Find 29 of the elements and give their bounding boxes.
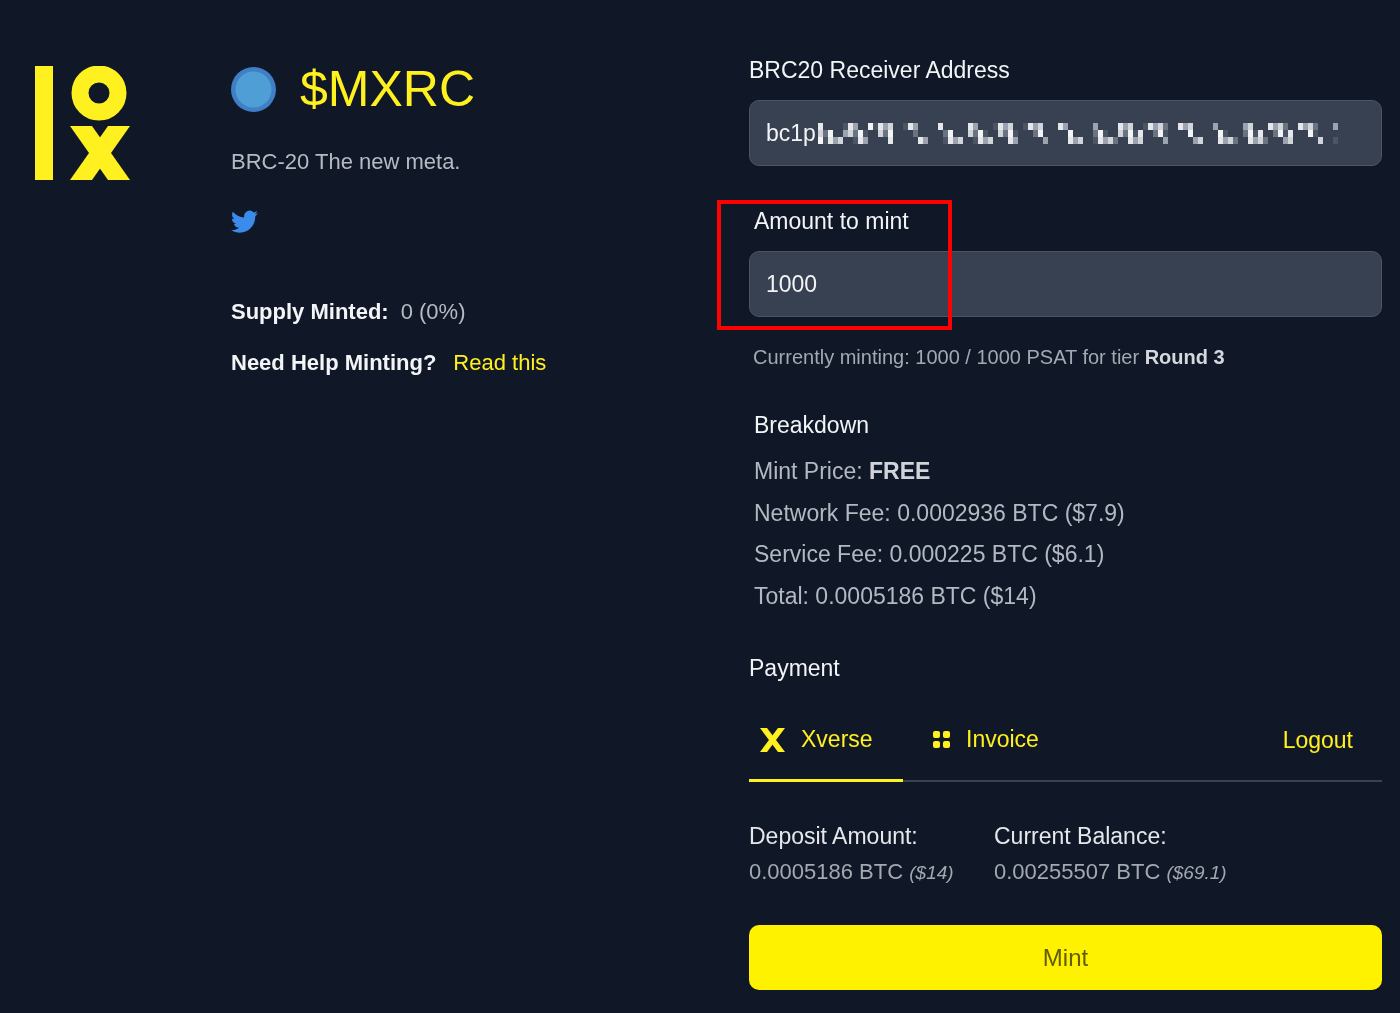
stat-value: 0 (0%)	[400, 297, 466, 326]
balance-value: 0.0005186 BTC ($14)	[749, 858, 954, 886]
payment-tab[interactable]: Xverse	[749, 700, 903, 782]
x-icon	[760, 727, 785, 752]
address-field[interactable]: bc1p	[749, 100, 1382, 166]
breakdown-heading: Breakdown	[754, 411, 870, 440]
stat-label: Supply Minted:	[231, 297, 389, 326]
breakdown-line: Service Fee: 0.000225 BTC ($6.1)	[754, 540, 1105, 569]
grid-icon	[933, 731, 950, 748]
logout-button[interactable]: Logout	[1282, 722, 1353, 758]
breakdown-line: Mint Price: FREE	[754, 457, 931, 486]
balance-label: Current Balance:	[994, 822, 1167, 851]
twitter-icon[interactable]	[231, 210, 258, 233]
balance-value: 0.00255507 BTC ($69.1)	[994, 858, 1227, 886]
minting-note: Currently minting: 1000 / 1000 PSAT for tier Round 3	[753, 345, 1225, 370]
coin-icon	[231, 67, 276, 112]
read-this-link[interactable]: Read this	[453, 345, 547, 379]
mint-button[interactable]: Mint	[749, 925, 1382, 990]
balance-label: Deposit Amount:	[749, 822, 918, 851]
breakdown-line: Network Fee: 0.0002936 BTC ($7.9)	[754, 498, 1125, 528]
help-label: Need Help Minting?	[231, 348, 437, 377]
address-label: BRC20 Receiver Address	[749, 56, 1010, 85]
token-title: $MXRC	[300, 62, 476, 117]
token-tagline: BRC-20 The new meta.	[231, 148, 461, 176]
amount-field[interactable]: 1000	[749, 251, 1382, 317]
payment-heading: Payment	[749, 654, 840, 683]
payment-tab[interactable]: Invoice	[903, 700, 1083, 782]
breakdown-line: Total: 0.0005186 BTC ($14)	[754, 581, 1037, 611]
amount-label: Amount to mint	[754, 207, 909, 236]
